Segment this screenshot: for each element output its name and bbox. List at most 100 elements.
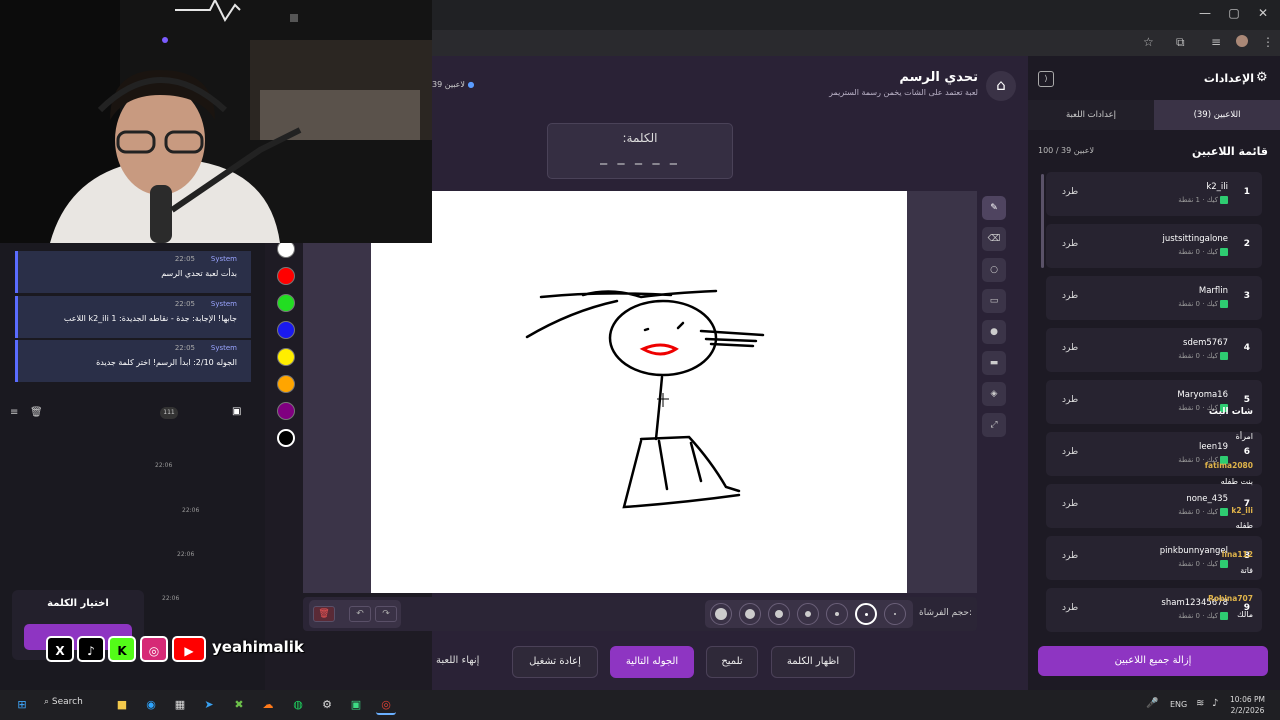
minimize-icon[interactable]: —	[1190, 6, 1220, 20]
language-indicator[interactable]: ENG	[1170, 700, 1187, 709]
system-message: System 22:05 الجوله 2/10: ابدأ الرسم! اختر…	[15, 340, 251, 382]
undo-icon[interactable]: ↶	[349, 606, 371, 622]
page-subtitle: لعبة تعتمد على الشات يخمن رسمة الستريمر	[829, 88, 978, 97]
brush-size-m[interactable]	[768, 603, 790, 625]
end-game-button[interactable]: إنهاء اللعبة	[436, 655, 479, 666]
xbox-icon[interactable]: ✖	[229, 695, 249, 715]
message-time: 22:05	[174, 344, 195, 352]
color-blue-swatch[interactable]	[277, 321, 295, 339]
remove-all-players-button[interactable]: إزالة جميع اللاعبين	[1038, 646, 1268, 676]
circle-outline-icon[interactable]: ○	[982, 258, 1006, 282]
chrome-icon[interactable]: ◎	[376, 695, 396, 715]
gear-icon: ⚙	[1256, 70, 1268, 85]
chat-icon: ▣	[232, 406, 242, 417]
edge-icon[interactable]: ◉	[141, 695, 161, 715]
menu-icon[interactable]: ⋮	[1262, 35, 1274, 49]
redo-icon[interactable]: ↷	[375, 606, 397, 622]
brush-size-xs[interactable]	[826, 603, 848, 625]
trash-icon[interactable]: 🗑	[313, 606, 335, 622]
spotify-icon[interactable]: ◍	[288, 695, 308, 715]
kick-button[interactable]: طرد	[1062, 499, 1078, 509]
brush-size-l[interactable]	[739, 603, 761, 625]
taskbar-search[interactable]: ⌕ Search	[44, 697, 83, 707]
mic-icon[interactable]: 🎤	[1146, 698, 1158, 709]
kick-button[interactable]: طرد	[1062, 291, 1078, 301]
chat-message-text: فاتة	[1240, 566, 1253, 575]
brush-size-xl[interactable]	[710, 603, 732, 625]
star-icon[interactable]: ☆	[1143, 35, 1154, 49]
kick-button[interactable]: طرد	[1062, 187, 1078, 197]
kick-button[interactable]: طرد	[1062, 239, 1078, 249]
color-purple-swatch[interactable]	[277, 402, 295, 420]
word-box: الكلمة: _ _ _ _ _	[547, 123, 733, 179]
maximize-icon[interactable]: ▢	[1219, 6, 1249, 20]
kick-logo-icon	[1220, 248, 1228, 256]
message-text: بدأت لعبة تحدي الرسم	[161, 269, 237, 278]
pick-word-title: اختيار الكلمة	[47, 598, 109, 609]
kick-button[interactable]: طرد	[1062, 395, 1078, 405]
chat-username: lina112	[1221, 550, 1253, 559]
brush-size-s[interactable]	[797, 603, 819, 625]
kick-logo-icon	[1220, 300, 1228, 308]
player-name: pinkbunnyangel	[1159, 546, 1228, 556]
brush-size-selected[interactable]	[855, 603, 877, 625]
chat-username: k2_ili	[1231, 506, 1253, 515]
profile-avatar[interactable]	[1236, 35, 1248, 47]
color-black-swatch[interactable]	[277, 429, 295, 447]
clock[interactable]: 10:06 PM 2/2/2026	[1230, 694, 1265, 716]
color-green-swatch[interactable]	[277, 294, 295, 312]
file-explorer-icon[interactable]: ■	[112, 695, 132, 715]
chat-count-badge: 111	[160, 407, 178, 419]
collapse-panel-icon[interactable]: ⟩	[1038, 71, 1054, 87]
chat-menu-icon[interactable]: ≡	[10, 407, 18, 418]
wifi-icon[interactable]: ≋	[1196, 698, 1204, 709]
player-name: none_435	[1186, 494, 1228, 504]
soundcloud-icon[interactable]: ☁	[258, 695, 278, 715]
message-time: 22:05	[174, 255, 195, 263]
line-icon[interactable]: ⤢	[982, 413, 1006, 437]
kick-logo-icon	[1220, 352, 1228, 360]
kick-button[interactable]: طرد	[1062, 603, 1078, 613]
volume-icon[interactable]: ♪	[1212, 698, 1218, 709]
settings-app-icon[interactable]: ⚙	[317, 695, 337, 715]
drawing-canvas[interactable]	[371, 191, 907, 593]
player-name: Marflin	[1198, 286, 1228, 296]
player-name: Maryoma16	[1177, 390, 1228, 400]
color-orange-swatch[interactable]	[277, 375, 295, 393]
system-message: System 22:05 اللاعب k2_ili جابها! الإجابة:…	[15, 296, 251, 338]
kick-button[interactable]: طرد	[1062, 343, 1078, 353]
bucket-icon[interactable]: ◈	[982, 382, 1006, 406]
brush-size-xxs[interactable]	[884, 603, 906, 625]
windows-start-icon[interactable]: ⊞	[12, 695, 32, 715]
social-handle: yeahimalik	[212, 638, 304, 656]
extensions-icon[interactable]: ⧉	[1176, 35, 1185, 50]
circle-fill-icon[interactable]: ●	[982, 320, 1006, 344]
show-word-button[interactable]: اظهار الكلمة	[771, 646, 855, 678]
chat-trash-icon[interactable]: 🗑	[30, 407, 43, 418]
tab-players[interactable]: اللاعبين (39)	[1154, 100, 1280, 130]
telegram-icon[interactable]: ➤	[199, 695, 219, 715]
chat-message-text: بنت طفله	[1220, 477, 1253, 486]
color-red-swatch[interactable]	[277, 267, 295, 285]
home-button[interactable]: ⌂	[986, 71, 1016, 101]
rect-fill-icon[interactable]: ▬	[982, 351, 1006, 375]
eraser-icon[interactable]: ⌫	[982, 227, 1006, 251]
rect-outline-icon[interactable]: ▭	[982, 289, 1006, 313]
players-scrollbar[interactable]	[1041, 174, 1044, 268]
restart-button[interactable]: إعادة تشغيل	[512, 646, 598, 678]
player-stat: كيك · 1 نقطة	[1178, 196, 1218, 204]
player-stat: كيك · 0 نقطة	[1178, 248, 1218, 256]
hint-button[interactable]: تلميح	[706, 646, 758, 678]
next-round-button[interactable]: الجوله التالية	[610, 646, 694, 678]
kick-button[interactable]: طرد	[1062, 551, 1078, 561]
color-yellow-swatch[interactable]	[277, 348, 295, 366]
store-icon[interactable]: ▦	[170, 695, 190, 715]
player-stat: كيك · 0 نقطة	[1178, 352, 1218, 360]
close-icon[interactable]: ✕	[1248, 6, 1278, 20]
app-icon[interactable]: ▣	[346, 695, 366, 715]
kick-button[interactable]: طرد	[1062, 447, 1078, 457]
media-icon[interactable]: ≡	[1211, 35, 1221, 49]
pencil-icon[interactable]: ✎	[982, 196, 1006, 220]
tab-game-settings[interactable]: إعدادات اللعبة	[1028, 100, 1154, 130]
player-name: k2_ili	[1206, 182, 1228, 192]
